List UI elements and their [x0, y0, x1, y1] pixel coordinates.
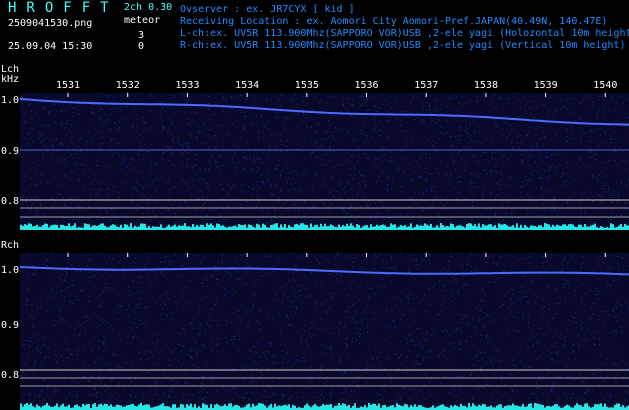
rch-label: Rch [1, 240, 20, 251]
lch-ytick-1: 1.0 [1, 95, 20, 106]
info-location: Receiving Location : ex. Aomori City Aom… [180, 16, 608, 27]
lch-ytick-2: 0.9 [1, 146, 20, 157]
rch-ytick-1: 1.0 [1, 265, 20, 276]
rch-ytick-3: 0.8 [1, 370, 20, 381]
rch-spectrogram [20, 253, 629, 410]
timestamp-label: 25.09.04 15:30 [8, 41, 93, 52]
time-tick-1536: 1536 [354, 80, 379, 91]
meteor-count-lch: 3 [138, 30, 145, 41]
meteor-label: meteor [124, 15, 161, 26]
info-lch: L-ch:ex. UV5R 113.900Mhz(SAPPORO VOR)USB… [180, 28, 629, 39]
time-tick-1534: 1534 [235, 80, 260, 91]
rch-ytick-2: 0.9 [1, 320, 20, 331]
time-tick-1540: 1540 [593, 80, 618, 91]
app-logo: HROFFT [8, 0, 119, 16]
time-tick-1531: 1531 [56, 80, 81, 91]
lch-spectrogram-canvas [20, 93, 629, 230]
mode-label: 2ch 0.30 [124, 2, 173, 13]
time-tick-1537: 1537 [414, 80, 439, 91]
time-tick-1538: 1538 [473, 80, 498, 91]
lch-unit: kHz [1, 74, 20, 85]
rch-spectrogram-canvas [20, 253, 629, 410]
time-tick-1533: 1533 [175, 80, 200, 91]
info-observer: Ovserver : ex. JR7CYX [ kid ] [180, 4, 355, 15]
time-tick-1535: 1535 [294, 80, 319, 91]
meteor-count-rch: 0 [138, 41, 145, 52]
info-rch: R-ch:ex. UV5R 113.900Mhz(SAPPORO VOR)USB… [180, 40, 626, 51]
lch-ytick-3: 0.8 [1, 196, 20, 207]
filename-label: 2509041530.png [8, 18, 93, 29]
time-tick-1532: 1532 [115, 80, 140, 91]
lch-spectrogram [20, 93, 629, 230]
time-tick-1539: 1539 [533, 80, 558, 91]
